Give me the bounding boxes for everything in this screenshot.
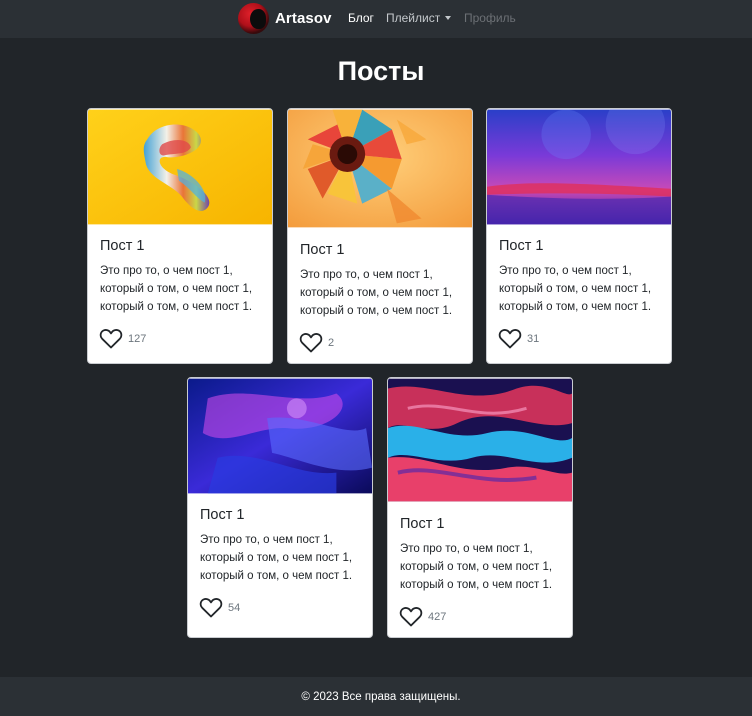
- post-excerpt-line: который о том, о чем пост 1,: [200, 552, 353, 564]
- post-card[interactable]: Пост 1 Это про то, о чем пост 1, который…: [486, 108, 672, 364]
- like-count: 31: [527, 332, 540, 345]
- post-excerpt: Это про то, о чем пост 1, который о том,…: [300, 266, 464, 320]
- brand-name: Artasov: [275, 10, 332, 27]
- post-card[interactable]: Пост 1 Это про то, о чем пост 1, который…: [387, 377, 573, 638]
- nav-dropdown-playlist-label: Плейлист: [386, 11, 441, 25]
- post-excerpt-line: Это про то, о чем пост 1,: [499, 265, 632, 277]
- brand-logo: [238, 3, 269, 34]
- heart-icon[interactable]: [399, 606, 423, 627]
- caret-down-icon: [445, 15, 452, 20]
- post-excerpt-line: который о том, о чем пост 1,: [100, 283, 253, 295]
- like-group: 31: [498, 328, 671, 349]
- nav-dropdown-playlist[interactable]: Плейлист: [386, 11, 452, 25]
- post-excerpt-line: который о том, о чем пост 1.: [100, 301, 253, 313]
- like-group: 127: [99, 328, 272, 349]
- post-excerpt-line: который о том, о чем пост 1.: [200, 570, 353, 582]
- page-title: Посты: [337, 56, 425, 86]
- post-excerpt-line: Это про то, о чем пост 1,: [200, 534, 333, 546]
- post-excerpt-line: который о том, о чем пост 1,: [400, 561, 553, 573]
- footer-copyright: © 2023 Все права защищены.: [301, 691, 461, 703]
- post-excerpt: Это про то, о чем пост 1, который о том,…: [499, 262, 663, 316]
- post-excerpt-line: Это про то, о чем пост 1,: [100, 265, 233, 277]
- post-excerpt-line: Это про то, о чем пост 1,: [300, 269, 433, 281]
- post-excerpt: Это про то, о чем пост 1, который о том,…: [200, 531, 364, 585]
- post-image: [487, 109, 671, 225]
- post-title[interactable]: Пост 1: [300, 242, 472, 258]
- post-excerpt-line: который о том, о чем пост 1.: [300, 305, 453, 317]
- post-excerpt-line: который о том, о чем пост 1,: [300, 287, 453, 299]
- heart-icon[interactable]: [498, 328, 522, 349]
- heart-icon[interactable]: [299, 332, 323, 353]
- heart-icon[interactable]: [99, 328, 123, 349]
- post-title[interactable]: Пост 1: [200, 507, 372, 523]
- post-image: [388, 378, 572, 502]
- like-count: 127: [128, 332, 147, 345]
- like-count: 54: [228, 601, 241, 614]
- post-card[interactable]: Пост 1 Это про то, о чем пост 1, который…: [87, 108, 273, 364]
- post-card[interactable]: Пост 1 Это про то, о чем пост 1, который…: [287, 108, 473, 364]
- navbar: Artasov Блог Плейлист Профиль: [0, 0, 752, 38]
- heart-icon[interactable]: [199, 597, 223, 618]
- post-excerpt: Это про то, о чем пост 1, который о том,…: [100, 262, 264, 316]
- post-image: [188, 378, 372, 494]
- post-image: [288, 109, 472, 228]
- post-title[interactable]: Пост 1: [100, 238, 272, 254]
- like-group: 54: [199, 597, 372, 618]
- like-group: 427: [399, 606, 572, 627]
- post-image: [88, 109, 272, 225]
- like-group: 2: [299, 332, 472, 353]
- post-card[interactable]: Пост 1 Это про то, о чем пост 1, который…: [187, 377, 373, 638]
- footer: © 2023 Все права защищены.: [0, 677, 752, 716]
- post-title[interactable]: Пост 1: [499, 238, 671, 254]
- post-excerpt-line: который о том, о чем пост 1.: [400, 579, 553, 591]
- post-title[interactable]: Пост 1: [400, 516, 572, 532]
- post-excerpt-line: который о том, о чем пост 1.: [499, 301, 652, 313]
- brand-link[interactable]: Artasov: [238, 3, 332, 34]
- nav-link-blog[interactable]: Блог: [348, 11, 374, 25]
- post-excerpt-line: Это про то, о чем пост 1,: [400, 543, 533, 555]
- nav-link-profile[interactable]: Профиль: [464, 11, 516, 25]
- post-excerpt-line: который о том, о чем пост 1,: [499, 283, 652, 295]
- like-count: 2: [328, 336, 335, 349]
- like-count: 427: [428, 610, 447, 623]
- post-excerpt: Это про то, о чем пост 1, который о том,…: [400, 540, 564, 594]
